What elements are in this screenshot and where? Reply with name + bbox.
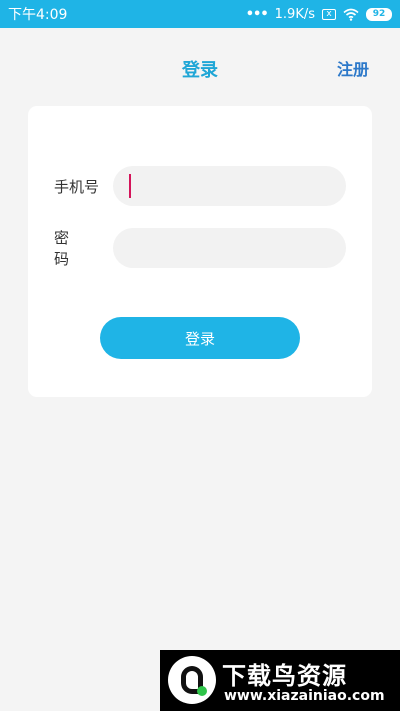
text-caret (129, 174, 131, 198)
status-bar: 下午4:09 ••• 1.9K/s x 92 (0, 0, 400, 28)
more-dots-icon: ••• (245, 6, 269, 22)
header: 登录 注册 (0, 28, 400, 104)
battery-level: 92 (372, 9, 386, 19)
login-card: 手机号 密码 登录 (28, 106, 372, 397)
phone-label: 手机号 (54, 177, 100, 196)
site-logo-icon (168, 656, 216, 704)
phone-input[interactable] (113, 166, 346, 206)
watermark-title: 下载鸟资源 (222, 662, 347, 690)
login-button[interactable]: 登录 (100, 317, 300, 359)
battery-icon: 92 (366, 7, 392, 21)
net-speed: 1.9K/s (274, 6, 315, 22)
password-row: 密码 (28, 228, 372, 268)
register-link[interactable]: 注册 (337, 56, 369, 80)
password-input[interactable] (113, 228, 346, 268)
site-watermark: 下载鸟资源 www.xiazainiao.com (160, 650, 400, 711)
wifi-icon (343, 8, 359, 21)
no-sim-icon: x (322, 8, 336, 20)
status-time: 下午4:09 (8, 7, 68, 23)
watermark-url: www.xiazainiao.com (224, 688, 385, 704)
password-label: 密码 (54, 229, 89, 268)
status-icons: ••• 1.9K/s x 92 (246, 7, 392, 22)
phone-row: 手机号 (28, 166, 372, 206)
